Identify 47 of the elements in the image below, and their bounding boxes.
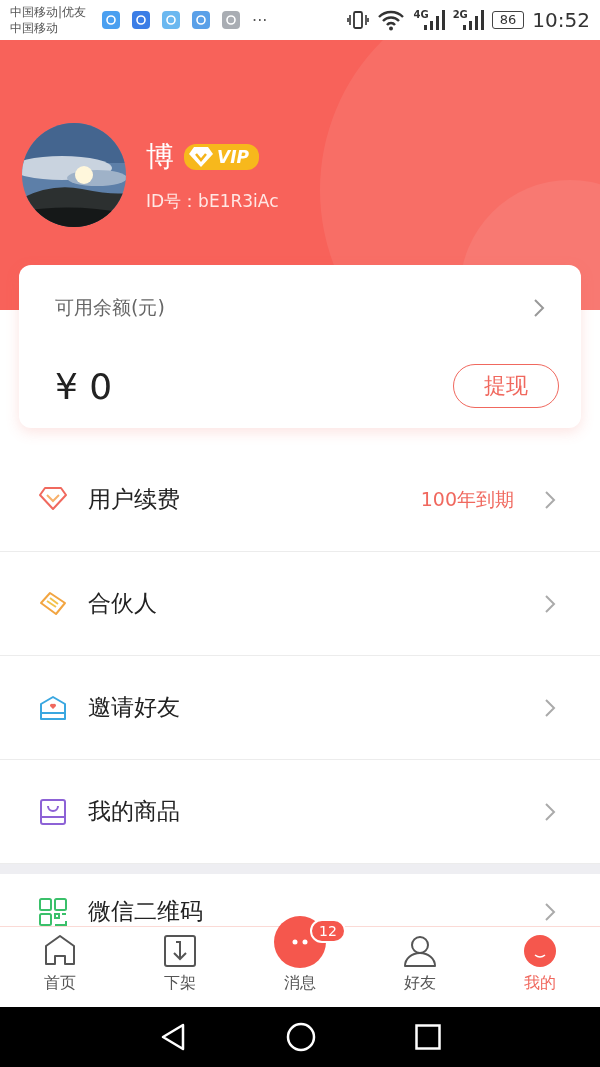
network-label: 2G	[452, 9, 468, 20]
menu-label: 用户续费	[88, 485, 180, 514]
menu-label: 合伙人	[88, 589, 157, 618]
user-id: ID号：bE1R3iAc	[146, 189, 279, 213]
vip-label: VIP	[217, 146, 249, 167]
menu-label: 微信二维码	[88, 897, 203, 926]
menu-label: 邀请好友	[88, 693, 180, 722]
balance-label: 可用余额(元)	[55, 295, 165, 320]
chevron-right-icon	[544, 593, 556, 614]
more-notifications: ···	[252, 10, 268, 30]
vibrate-icon	[347, 10, 370, 30]
menu-item[interactable]: 用户续费 100年到期	[0, 448, 600, 552]
person-icon	[403, 934, 437, 968]
app-notification-icon	[192, 11, 211, 29]
carrier-text: 中国移动	[10, 20, 59, 36]
home-icon[interactable]	[286, 1022, 316, 1052]
count-badge: 12	[310, 919, 346, 943]
download-box-icon	[163, 934, 197, 968]
menu-item[interactable]: 合伙人	[0, 552, 600, 656]
app-notification-icon	[222, 11, 241, 29]
chevron-right-icon[interactable]	[533, 298, 545, 318]
wifi-icon	[377, 9, 406, 31]
carrier-text: 中国移动|优友	[10, 4, 87, 20]
balance-amount: ¥ 0	[55, 365, 113, 407]
tab-item[interactable]: 下架	[120, 927, 240, 1007]
network-label: 4G	[413, 9, 429, 20]
menu-item[interactable]: 邀请好友	[0, 656, 600, 760]
tab-item[interactable]: 好友	[360, 927, 480, 1007]
clock-text: 10:52	[532, 8, 590, 32]
tray-icon	[38, 796, 68, 827]
menu-label: 我的商品	[88, 797, 180, 826]
smile-icon	[523, 934, 557, 968]
tab-item[interactable]: 12 消息	[240, 909, 360, 1007]
recents-icon[interactable]	[414, 1024, 441, 1050]
app-notification-icon	[132, 11, 151, 29]
chevron-right-icon	[544, 801, 556, 822]
app-notification-icon	[162, 11, 181, 29]
battery-indicator: 86	[491, 11, 525, 29]
tab-item[interactable]: 首页	[0, 927, 120, 1007]
squares-icon	[38, 896, 68, 926]
chevron-right-icon	[544, 489, 556, 510]
chevron-right-icon	[544, 901, 556, 922]
home-icon	[43, 934, 77, 968]
app-notification-icon	[102, 11, 121, 29]
user-name: 博	[146, 138, 174, 175]
chevron-right-icon	[544, 697, 556, 718]
expiry-text: 100年到期	[420, 486, 514, 512]
